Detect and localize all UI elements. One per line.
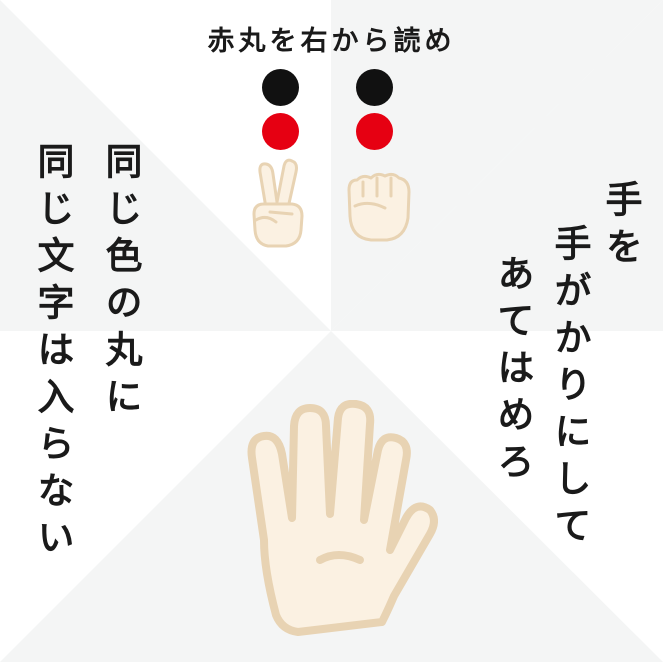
right-black-dot — [356, 69, 393, 106]
hint-right-line-3: あてはめろ — [491, 254, 534, 489]
hint-right-line-1: 手を — [599, 180, 642, 274]
puzzle-title: 赤丸を右から読め — [207, 26, 456, 57]
left-black-dot — [262, 69, 299, 106]
hint-left-line-1: 同じ色の丸に — [99, 142, 142, 424]
open-palm-hand-icon — [247, 400, 438, 636]
left-red-dot — [262, 113, 299, 150]
fist-hand-icon — [347, 172, 411, 242]
hint-left-line-2: 同じ文字は入らない — [31, 142, 74, 565]
peace-sign-hand-icon — [252, 158, 304, 248]
right-red-dot — [356, 113, 393, 150]
hint-right-line-2: 手がかりにして — [548, 224, 591, 553]
puzzle-canvas: 赤丸を右から読め 手 手を 手がかりにして あてはめろ を — [0, 0, 663, 662]
